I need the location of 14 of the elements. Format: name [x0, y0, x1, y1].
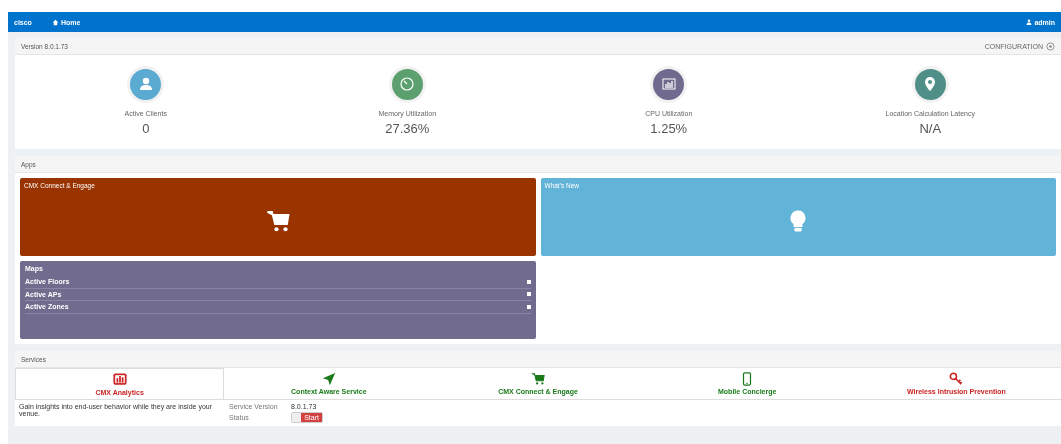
stat-value: 27.36% [385, 120, 430, 136]
stat-value: 1.25% [650, 120, 688, 136]
gear-icon [1046, 41, 1055, 51]
home-icon [51, 18, 59, 26]
bar-chart-icon [660, 76, 677, 92]
person-icon [137, 76, 154, 92]
person-icon [1026, 19, 1033, 25]
square-icon [526, 279, 531, 284]
square-icon [526, 304, 531, 309]
cart-icon [265, 208, 290, 233]
gauge-icon [399, 76, 416, 92]
square-icon [526, 292, 531, 297]
stat-value: N/A [919, 120, 942, 136]
stat-value: 0 [142, 120, 150, 136]
